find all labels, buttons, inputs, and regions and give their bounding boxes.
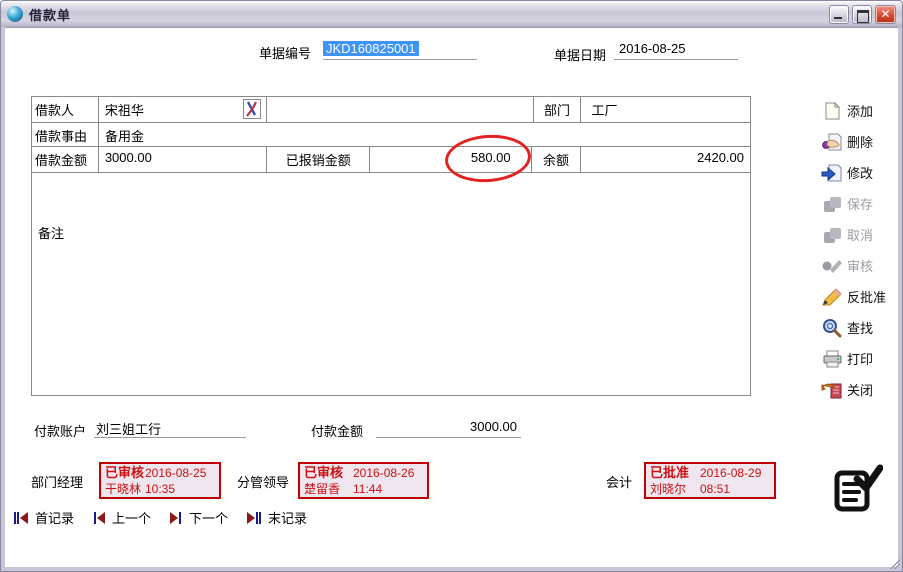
loan-form-window: 借款单 单据编号 JKD160825001 单据日期 2016-08-25 借款… bbox=[0, 0, 903, 572]
doc-no-field[interactable]: JKD160825001 bbox=[323, 41, 477, 60]
accountant-approval-box: 已批准2016-08-29 刘晓尔08:51 bbox=[644, 462, 776, 499]
doc-date-field[interactable]: 2016-08-25 bbox=[614, 41, 738, 60]
doc-date-label: 单据日期 bbox=[554, 45, 606, 64]
audit-button: 审核 bbox=[821, 252, 886, 279]
balance-label: 余额 bbox=[531, 147, 581, 172]
print-icon bbox=[821, 349, 843, 369]
approval-status: 已批准 bbox=[650, 465, 700, 481]
doc-no-label: 单据编号 bbox=[259, 43, 311, 62]
approval-time: 10:35 bbox=[145, 481, 215, 497]
borrower-value: 宋祖华 bbox=[105, 103, 144, 118]
borrower-extra-cell bbox=[266, 97, 532, 122]
print-button[interactable]: 打印 bbox=[821, 345, 886, 372]
approval-date: 2016-08-25 bbox=[145, 465, 215, 481]
approver-name: 刘晓尔 bbox=[650, 481, 700, 497]
payment-amount-field[interactable]: 3000.00 bbox=[376, 419, 521, 438]
approval-date: 2016-08-29 bbox=[700, 465, 770, 481]
modify-button[interactable]: 修改 bbox=[821, 159, 886, 186]
record-navigation: 首记录 上一个 下一个 末记录 bbox=[13, 508, 307, 527]
dept-value[interactable]: 工厂 bbox=[580, 97, 750, 122]
nav-first-record[interactable]: 首记录 bbox=[13, 508, 74, 527]
dept-manager-approval-box: 已审核2016-08-25 干晓林10:35 bbox=[99, 462, 221, 499]
save-icon bbox=[821, 194, 843, 214]
supervisor-approval-box: 已审核2016-08-26 楚留香11:44 bbox=[298, 462, 429, 499]
borrower-lookup-icon[interactable] bbox=[243, 99, 261, 119]
borrower-label: 借款人 bbox=[32, 97, 98, 122]
approver-name: 干晓林 bbox=[105, 481, 145, 497]
doc-no-value: JKD160825001 bbox=[323, 41, 419, 56]
borrower-field[interactable]: 宋祖华 bbox=[98, 97, 267, 122]
edit-doc-icon bbox=[821, 163, 843, 183]
payment-amount-label: 付款金额 bbox=[311, 421, 363, 440]
remark-label: 备注 bbox=[38, 226, 64, 241]
previous-record-icon bbox=[92, 511, 106, 525]
nav-next[interactable]: 下一个 bbox=[169, 508, 228, 527]
balance-value: 2420.00 bbox=[580, 147, 750, 172]
reimbursed-label: 已报销金额 bbox=[266, 147, 369, 172]
find-button[interactable]: 查找 bbox=[821, 314, 886, 341]
save-button: 保存 bbox=[821, 190, 886, 217]
add-button[interactable]: 添加 bbox=[821, 97, 886, 124]
amount-label: 借款金额 bbox=[32, 147, 98, 172]
supervisor-role-label: 分管领导 bbox=[237, 472, 289, 491]
delete-button[interactable]: 删除 bbox=[821, 128, 886, 155]
cancel-button: 取消 bbox=[821, 221, 886, 248]
reason-label: 借款事由 bbox=[32, 123, 98, 146]
close-exit-icon bbox=[821, 380, 843, 400]
accountant-role-label: 会计 bbox=[606, 472, 632, 491]
person-picker-x-icon bbox=[244, 100, 260, 118]
dept-manager-role-label: 部门经理 bbox=[31, 472, 83, 491]
unapprove-button[interactable]: 反批准 bbox=[821, 283, 886, 310]
add-doc-icon bbox=[821, 101, 843, 121]
payment-account-label: 付款账户 bbox=[34, 421, 86, 440]
search-icon bbox=[821, 318, 843, 338]
resize-grip[interactable] bbox=[890, 559, 900, 569]
first-record-icon bbox=[13, 511, 29, 525]
action-toolbar: 添加 删除 修改 保存 bbox=[821, 97, 886, 403]
approver-name: 楚留香 bbox=[304, 481, 353, 497]
nav-last-record[interactable]: 末记录 bbox=[246, 508, 307, 527]
reason-value[interactable]: 备用金 bbox=[98, 123, 750, 146]
remark-cell[interactable]: 备注 bbox=[32, 173, 750, 395]
approval-time: 11:44 bbox=[353, 481, 423, 497]
cancel-icon bbox=[821, 225, 843, 245]
approval-date: 2016-08-26 bbox=[353, 465, 423, 481]
next-record-icon bbox=[169, 511, 183, 525]
dept-label: 部门 bbox=[533, 97, 581, 122]
last-record-icon bbox=[246, 511, 262, 525]
approved-checklist-stamp-icon bbox=[827, 461, 883, 517]
delete-doc-icon bbox=[821, 132, 843, 152]
unapprove-pencil-icon bbox=[821, 287, 843, 307]
exit-button[interactable]: 关闭 bbox=[821, 376, 886, 403]
amount-value[interactable]: 3000.00 bbox=[98, 147, 267, 172]
approval-time: 08:51 bbox=[700, 481, 770, 497]
payment-account-field[interactable]: 刘三姐工行 bbox=[94, 419, 246, 438]
approval-status: 已审核 bbox=[304, 465, 353, 481]
nav-previous[interactable]: 上一个 bbox=[92, 508, 151, 527]
loan-detail-table: 借款人 宋祖华 部门 工厂 借款事由 备用金 bbox=[31, 96, 751, 396]
approval-status: 已审核 bbox=[105, 465, 145, 481]
audit-icon bbox=[821, 256, 843, 276]
